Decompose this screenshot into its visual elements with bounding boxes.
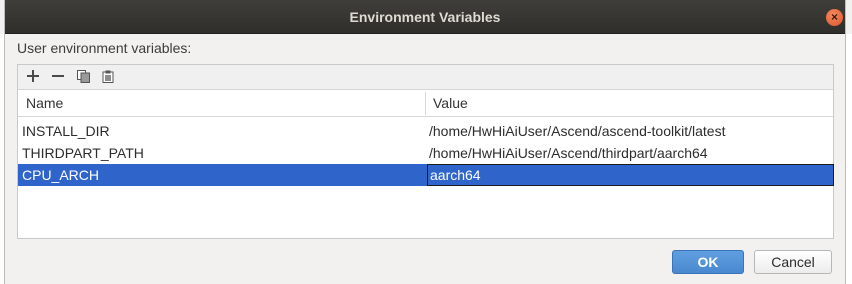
variable-value-cell[interactable]: /home/HwHiAiUser/Ascend/ascend-toolkit/l…	[429, 123, 725, 139]
table-header: Name Value	[18, 90, 833, 117]
environment-variables-dialog: Environment Variables × User environment…	[4, 0, 846, 284]
variable-name-cell[interactable]: INSTALL_DIR	[22, 123, 110, 139]
ok-button[interactable]: OK	[672, 250, 744, 274]
table-row-selected[interactable]: CPU_ARCH aarch64	[18, 164, 834, 186]
column-header-name[interactable]: Name	[26, 95, 63, 111]
title-bar[interactable]: Environment Variables ×	[5, 0, 845, 34]
column-divider[interactable]	[425, 92, 426, 115]
cancel-button[interactable]: Cancel	[754, 250, 832, 274]
plus-icon	[27, 70, 39, 82]
variable-name-cell[interactable]: CPU_ARCH	[22, 167, 99, 183]
column-header-value[interactable]: Value	[433, 95, 468, 111]
background-window-right-edge	[846, 34, 852, 284]
copy-icon	[76, 70, 90, 83]
variables-panel: Name Value INSTALL_DIR /home/HwHiAiUser/…	[17, 64, 834, 239]
table-toolbar	[18, 65, 833, 90]
section-label: User environment variables:	[17, 40, 192, 56]
variable-value-cell[interactable]: /home/HwHiAiUser/Ascend/thirdpart/aarch6…	[429, 145, 708, 161]
add-button[interactable]	[24, 68, 42, 86]
close-icon: ×	[830, 10, 838, 24]
table-row[interactable]: INSTALL_DIR /home/HwHiAiUser/Ascend/asce…	[18, 120, 833, 142]
variable-value-input-text[interactable]: aarch64	[430, 167, 481, 183]
copy-button[interactable]	[74, 68, 92, 86]
remove-button[interactable]	[49, 68, 67, 86]
close-button[interactable]: ×	[826, 9, 843, 26]
table-row[interactable]: THIRDPART_PATH /home/HwHiAiUser/Ascend/t…	[18, 142, 833, 164]
paste-icon	[102, 70, 114, 83]
variable-name-cell[interactable]: THIRDPART_PATH	[22, 145, 144, 161]
variable-value-editor[interactable]: aarch64	[427, 164, 834, 186]
dialog-title: Environment Variables	[349, 9, 501, 25]
minus-icon	[52, 75, 64, 77]
paste-button[interactable]	[99, 68, 117, 86]
variables-table: Name Value INSTALL_DIR /home/HwHiAiUser/…	[18, 90, 834, 238]
